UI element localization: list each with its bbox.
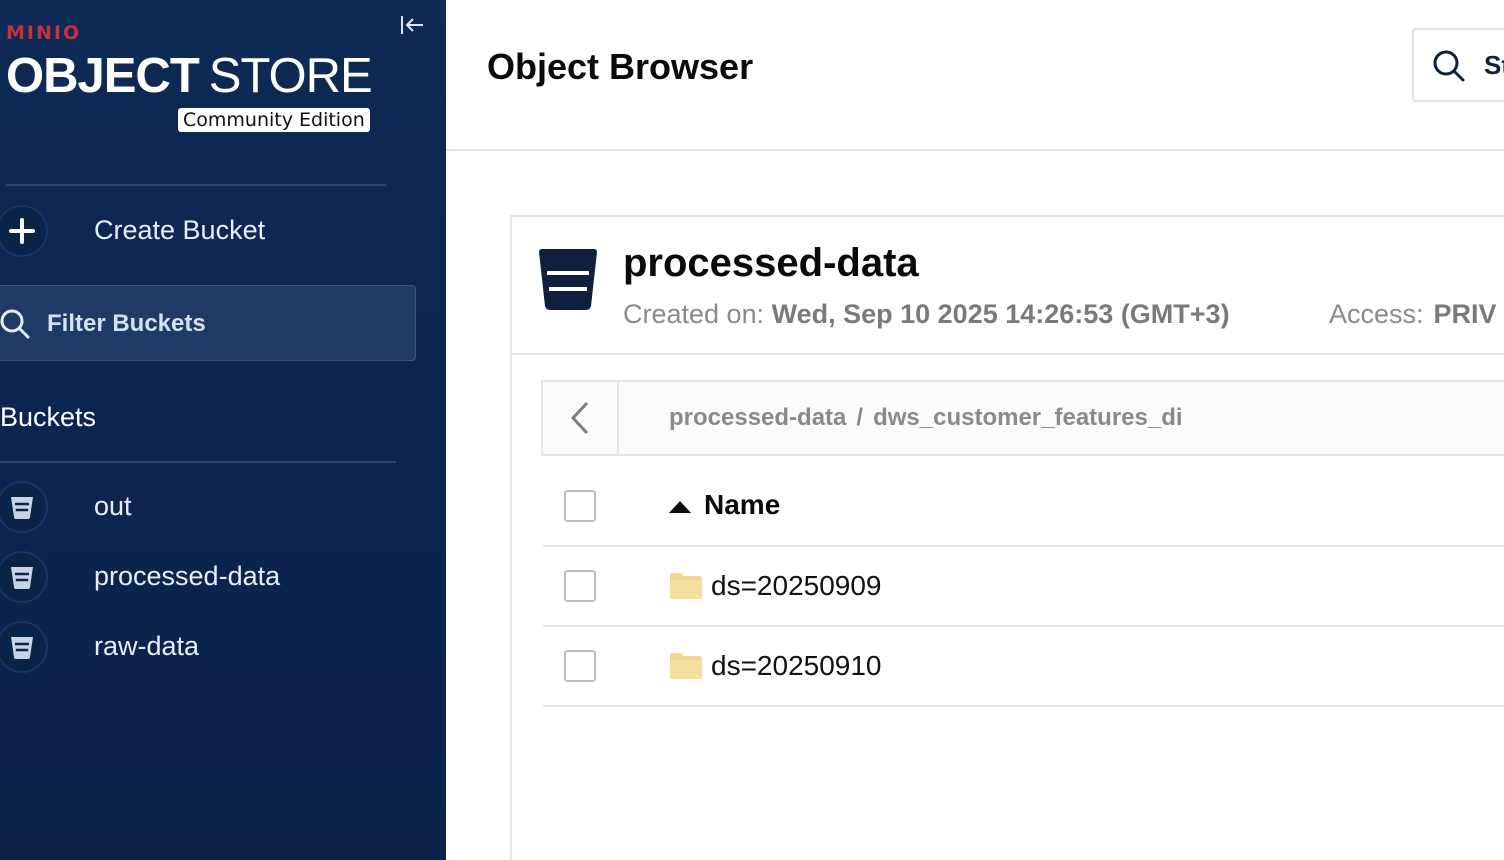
created-on-value: Wed, Sep 10 2025 14:26:53 (GMT+3) [771, 299, 1230, 329]
folder-icon [670, 573, 702, 599]
folder-icon [670, 653, 702, 679]
brand-logo: MINIO OBJECT STORE Community Edition [6, 22, 373, 132]
filter-buckets-input[interactable] [47, 306, 387, 342]
bucket-info-header: processed-data Created on: Wed, Sep 10 2… [512, 217, 1504, 355]
plus-icon [0, 205, 48, 257]
top-bar: Object Browser [446, 0, 1504, 151]
breadcrumb: processed-data / dws_customer_features_di [669, 404, 1183, 432]
collapse-left-icon [401, 16, 423, 34]
sidebar-bucket-label: processed-data [94, 561, 281, 591]
bucket-icon [0, 551, 48, 603]
search-field[interactable] [1412, 28, 1504, 102]
bucket-content-panel: processed-data Created on: Wed, Sep 10 2… [510, 215, 1504, 860]
access-label: Access: [1329, 299, 1424, 329]
create-bucket-button[interactable]: Create Bucket [0, 202, 420, 260]
sidebar-bucket-raw-data[interactable]: raw-data [0, 619, 420, 675]
sidebar-divider [6, 184, 386, 186]
object-name[interactable]: ds=20250909 [711, 570, 882, 602]
sidebar-bucket-processed-data[interactable]: processed-data [0, 549, 420, 605]
sidebar-bucket-out[interactable]: out [0, 479, 420, 535]
search-input[interactable] [1484, 50, 1504, 80]
sidebar-bucket-label: out [94, 491, 132, 521]
app-window: MINIO OBJECT STORE Community Edition Crea… [0, 0, 1504, 860]
buckets-divider [0, 461, 396, 463]
table-row[interactable]: ds=20250909 [543, 547, 1504, 627]
create-bucket-label: Create Bucket [94, 215, 266, 245]
sidebar: MINIO OBJECT STORE Community Edition Crea… [0, 0, 446, 860]
product-name-bold: OBJECT [6, 49, 200, 103]
bucket-icon [0, 621, 48, 673]
object-name[interactable]: ds=20250910 [711, 650, 882, 682]
breadcrumb-separator: / [856, 404, 864, 431]
breadcrumb-item[interactable]: processed-data [669, 404, 846, 431]
bucket-icon [0, 481, 48, 533]
search-icon [1433, 50, 1465, 82]
table-row[interactable]: ds=20250910 [543, 627, 1504, 707]
name-column-header[interactable]: Name [704, 489, 780, 521]
product-name: OBJECT STORE [6, 49, 373, 103]
minio-logo-text: MINIO [6, 22, 82, 44]
objects-table: Name ds=20250909 ds=20250910 [543, 467, 1504, 707]
breadcrumb-bar: processed-data / dws_customer_features_di [541, 380, 1504, 456]
select-all-checkbox[interactable] [564, 490, 596, 522]
access-info: Access: PRIV [1329, 299, 1497, 330]
collapse-sidebar-button[interactable] [398, 12, 426, 38]
access-value: PRIV [1433, 299, 1497, 329]
bucket-name: processed-data [623, 241, 919, 285]
edition-badge: Community Edition [178, 108, 370, 132]
page-title: Object Browser [487, 46, 754, 87]
row-checkbox[interactable] [564, 650, 596, 682]
row-checkbox[interactable] [564, 570, 596, 602]
created-on: Created on: Wed, Sep 10 2025 14:26:53 (G… [623, 299, 1230, 330]
buckets-heading: Buckets [0, 402, 97, 432]
created-on-label: Created on: [623, 299, 765, 329]
chevron-left-icon [570, 401, 589, 435]
filter-buckets-field[interactable] [0, 285, 416, 361]
breadcrumb-item[interactable]: dws_customer_features_di [873, 404, 1182, 431]
search-icon [0, 309, 30, 339]
sidebar-bucket-label: raw-data [94, 631, 200, 661]
sort-ascending-icon [669, 501, 691, 513]
product-name-light: STORE [208, 49, 373, 103]
back-button[interactable] [543, 382, 619, 454]
table-header-row: Name [543, 467, 1504, 547]
bucket-icon [539, 249, 597, 310]
